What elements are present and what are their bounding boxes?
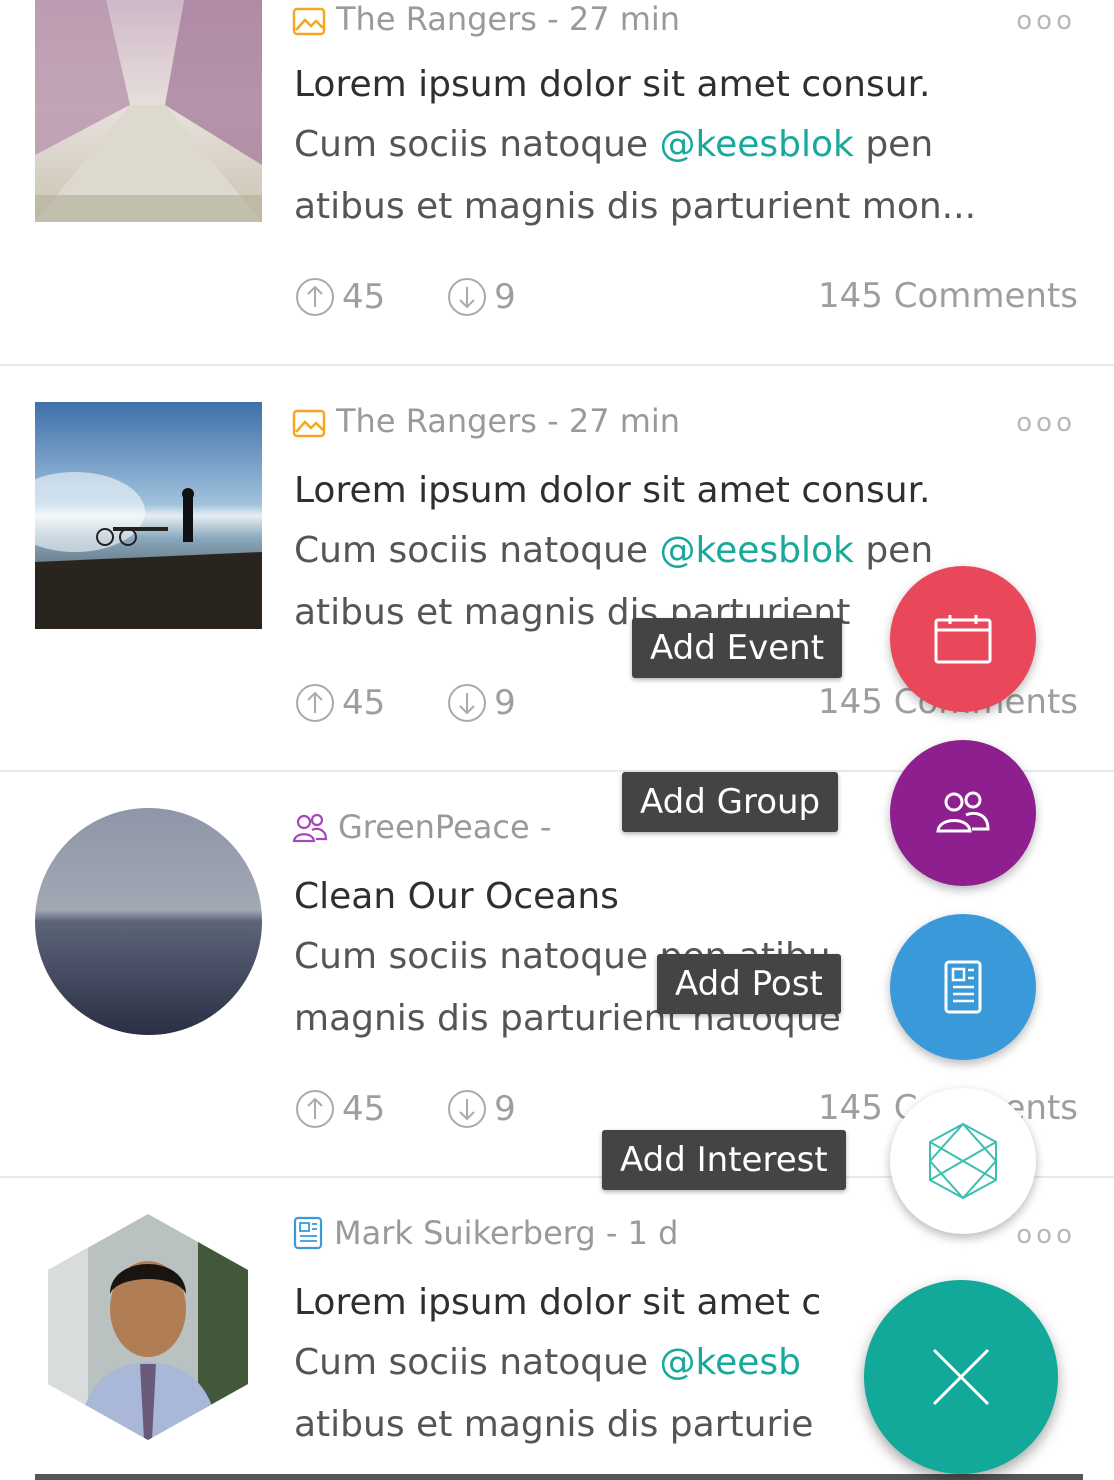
bottom-divider xyxy=(35,1474,1083,1480)
add-post-tooltip[interactable]: Add Post xyxy=(657,954,841,1014)
post-title[interactable]: Clean Our Oceans xyxy=(294,876,619,917)
image-icon xyxy=(292,408,326,446)
post-excerpt-line: Cum sociis natoque @keesblok pen xyxy=(294,124,934,165)
post-icon xyxy=(292,1216,324,1258)
upvote-count: 45 xyxy=(342,683,386,723)
mention-link[interactable]: @keesb xyxy=(660,1342,801,1383)
post-thumbnail[interactable] xyxy=(48,1214,248,1440)
upvote-icon xyxy=(296,278,334,316)
post-excerpt-line: atibus et magnis dis parturient mon... xyxy=(294,186,977,227)
post-title[interactable]: Lorem ipsum dolor sit amet consur. xyxy=(294,64,931,105)
post-source[interactable]: Mark Suikerberg - 1 d xyxy=(334,1214,678,1252)
post-meta: The Rangers - 27 min xyxy=(292,402,680,446)
close-fab-button[interactable] xyxy=(864,1280,1058,1474)
post-title[interactable]: Lorem ipsum dolor sit amet consur. xyxy=(294,470,931,511)
post-source[interactable]: The Rangers - 27 min xyxy=(336,0,680,38)
downvote-icon xyxy=(448,278,487,316)
post-stats: 45 9 xyxy=(294,682,566,733)
post-source[interactable]: GreenPeace - xyxy=(338,808,551,846)
upvote-count: 45 xyxy=(342,1089,386,1129)
post-excerpt-line: Cum sociis natoque @keesb xyxy=(294,1342,801,1383)
downvote-icon xyxy=(448,684,487,722)
post-stats: 45 9 xyxy=(294,1088,566,1139)
feed: The Rangers - 27 min ooo Lorem ipsum dol… xyxy=(0,0,1114,1480)
post-thumbnail[interactable] xyxy=(35,0,262,222)
downvote-icon xyxy=(448,1090,487,1128)
group-icon xyxy=(292,812,328,852)
post-source[interactable]: The Rangers - 27 min xyxy=(336,402,680,440)
downvote-count: 9 xyxy=(494,683,516,723)
upvote-button[interactable]: 45 xyxy=(294,276,385,318)
post-stats: 45 9 xyxy=(294,276,566,327)
upvote-icon xyxy=(296,684,334,722)
comments-link[interactable]: 145 Comments xyxy=(818,276,1078,316)
add-event-button[interactable] xyxy=(890,566,1036,712)
close-icon xyxy=(932,1348,990,1406)
upvote-button[interactable]: 45 xyxy=(294,682,385,724)
post-title[interactable]: Lorem ipsum dolor sit amet c xyxy=(294,1282,821,1323)
downvote-count: 9 xyxy=(494,1089,516,1129)
post-meta: The Rangers - 27 min xyxy=(292,0,680,44)
downvote-count: 9 xyxy=(494,277,516,317)
more-options-icon[interactable]: ooo xyxy=(1016,6,1076,36)
post-card[interactable]: The Rangers - 27 min ooo Lorem ipsum dol… xyxy=(0,0,1114,364)
downvote-button[interactable]: 9 xyxy=(446,276,516,318)
upvote-count: 45 xyxy=(342,277,386,317)
image-icon xyxy=(292,6,326,44)
downvote-button[interactable]: 9 xyxy=(446,1088,516,1130)
mention-link[interactable]: @keesblok xyxy=(660,124,854,165)
upvote-icon xyxy=(296,1090,334,1128)
post-thumbnail[interactable] xyxy=(35,808,262,1035)
post-excerpt-line: Cum sociis natoque @keesblok pen xyxy=(294,530,934,571)
calendar-icon xyxy=(934,615,992,664)
post-icon xyxy=(944,960,982,1014)
post-thumbnail[interactable] xyxy=(35,402,262,629)
add-interest-button[interactable] xyxy=(890,1088,1036,1234)
add-group-tooltip[interactable]: Add Group xyxy=(622,772,839,832)
add-event-tooltip[interactable]: Add Event xyxy=(632,618,843,678)
post-meta: Mark Suikerberg - 1 d xyxy=(292,1214,678,1258)
more-options-icon[interactable]: ooo xyxy=(1016,408,1076,438)
downvote-button[interactable]: 9 xyxy=(446,682,516,724)
post-meta: GreenPeace - xyxy=(292,808,551,852)
add-post-button[interactable] xyxy=(890,914,1036,1060)
more-options-icon[interactable]: ooo xyxy=(1016,1220,1076,1250)
mention-link[interactable]: @keesblok xyxy=(660,530,854,571)
post-excerpt-line: atibus et magnis dis parturie xyxy=(294,1404,814,1445)
upvote-button[interactable]: 45 xyxy=(294,1088,385,1130)
add-interest-tooltip[interactable]: Add Interest xyxy=(602,1130,846,1190)
group-icon xyxy=(936,791,990,833)
add-group-button[interactable] xyxy=(890,740,1036,886)
interest-hexagon-icon xyxy=(928,1122,998,1200)
